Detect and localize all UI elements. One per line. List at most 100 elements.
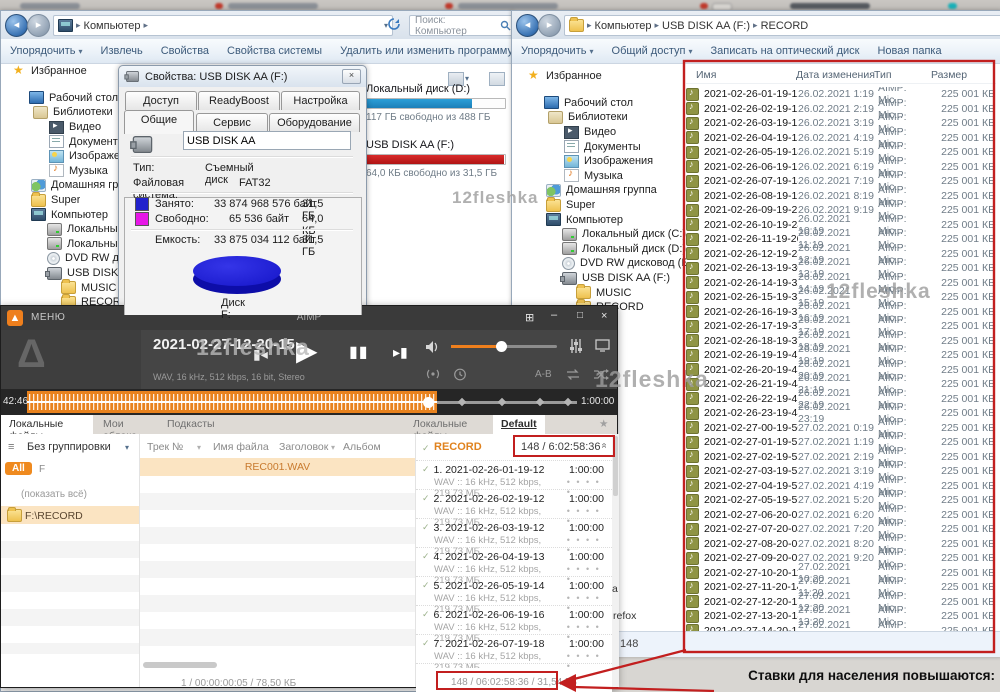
sidebar-item-0[interactable]: Избранное — [3, 64, 118, 79]
collapse-icon[interactable]: » — [598, 443, 609, 449]
playlist-name[interactable]: RECORD — [434, 441, 482, 453]
file-row[interactable]: 2021-02-27-06-20-0227.02.2021 6:20AIMP: … — [686, 503, 998, 527]
mini-player-icon[interactable]: ⊞ — [525, 311, 534, 324]
grouping-selector[interactable]: Без группировки — [27, 441, 111, 453]
file-row[interactable]: 2021-02-26-01-19-1226.02.2021 1:19AIMP: … — [686, 87, 998, 106]
file-row[interactable]: 2021-02-26-03-19-1226.02.2021 3:19AIMP: … — [686, 111, 998, 135]
sidebar-item-6[interactable]: Музыка — [3, 163, 118, 179]
maximize-icon[interactable]: □ — [577, 310, 583, 321]
tab-nastroyka[interactable]: Настройка — [281, 91, 360, 110]
back-button[interactable]: ◂ — [5, 14, 28, 37]
tab-dostup[interactable]: Доступ — [125, 91, 197, 110]
play-icon[interactable]: ▶ — [296, 334, 318, 367]
file-row[interactable]: 2021-02-27-03-19-5527.02.2021 3:19AIMP: … — [686, 459, 998, 483]
column-size[interactable]: Размер — [931, 69, 967, 81]
bookmark-star-icon[interactable]: ★ — [599, 418, 608, 430]
tab-clouds[interactable]: Мои облака — [95, 415, 157, 442]
tab-local-files[interactable]: Локальные файлы — [1, 415, 93, 442]
sidebar-item-2[interactable]: Библиотеки — [518, 110, 686, 125]
sidebar-item-2[interactable]: Библиотеки — [3, 105, 118, 120]
address-field[interactable]: ▸ Компьютер ▸ USB DISK AA (F:) ▸ RECORD — [564, 15, 1000, 36]
drive-item-d[interactable]: Локальный диск (D:) 117 ГБ свободно из 4… — [366, 83, 508, 123]
file-row[interactable]: 2021-02-27-05-19-5927.02.2021 5:20AIMP: … — [686, 488, 998, 512]
volume-slider-thumb[interactable] — [496, 341, 507, 352]
breadcrumb-computer[interactable]: Компьютер — [595, 20, 652, 32]
playlist-entry[interactable]: ✓ 6. 2021-02-26-06-19-16 1:00:00 WAV :: 16 … — [416, 605, 612, 644]
pause-icon[interactable]: ▮▮ — [349, 342, 369, 362]
sidebar-item-8[interactable]: Super — [518, 196, 686, 213]
sleep-timer-icon[interactable] — [453, 368, 467, 384]
playlist-entry[interactable]: ✓ 7. 2021-02-26-07-19-18 1:00:00 WAV :: 16 … — [416, 634, 612, 668]
breadcrumb[interactable]: Компьютер — [84, 20, 141, 32]
playlist-entry[interactable]: ✓ 3. 2021-02-26-03-19-12 1:00:00 WAV :: 16 … — [416, 518, 612, 557]
playlist-entry[interactable]: ✓ 1. 2021-02-26-01-19-12 1:00:00 WAV :: 16 … — [416, 460, 612, 499]
playlist-group-label[interactable]: Локальные файлы — [405, 415, 493, 442]
file-row[interactable]: 2021-02-27-00-19-5027.02.2021 0:19AIMP: … — [686, 416, 998, 440]
close-icon[interactable]: × — [342, 69, 361, 84]
volume-slider[interactable] — [451, 341, 557, 352]
sidebar-item-13[interactable]: USB DISK AA (F:) — [518, 271, 686, 286]
column-date[interactable]: Дата изменения — [796, 69, 875, 81]
sidebar-item-5[interactable]: Изображения — [3, 149, 118, 164]
horizontal-scrollbar-thumb[interactable] — [143, 662, 217, 668]
file-row[interactable]: 2021-02-26-08-19-1926.02.2021 8:19AIMP: … — [686, 184, 998, 208]
group-all-badge[interactable]: All — [5, 462, 32, 475]
file-row[interactable]: 2021-02-26-23-19-4826.02.2021 23:19AIMP:… — [686, 401, 998, 425]
sidebar-item-10[interactable]: Локальный диск (C:) — [3, 222, 118, 237]
column-title[interactable]: Заголовок — [279, 441, 328, 453]
file-row[interactable]: 2021-02-27-01-19-5127.02.2021 1:19AIMP: … — [686, 430, 998, 454]
sidebar-item-4[interactable]: Документы — [3, 134, 118, 149]
playlist-scrollbar[interactable] — [612, 434, 619, 687]
sidebar-item-12[interactable]: DVD RW дисковод (E:) — [3, 251, 118, 266]
column-album[interactable]: Альбом — [343, 441, 381, 453]
eject-button[interactable]: Извлечь — [92, 45, 152, 57]
playlist-entry[interactable]: ✓ 4. 2021-02-26-04-19-13 1:00:00 WAV :: 16 … — [416, 547, 612, 586]
organize-button[interactable]: Упорядочить ▾ — [1, 45, 92, 57]
file-row[interactable]: 2021-02-27-07-20-0427.02.2021 7:20AIMP: … — [686, 517, 998, 541]
sidebar-item-12[interactable]: DVD RW дисковод (E:) — [518, 256, 686, 271]
new-folder-button[interactable]: Новая папка — [868, 45, 950, 57]
broadcast-icon[interactable] — [425, 368, 441, 384]
sidebar-item-14[interactable]: MUSIC — [518, 284, 686, 300]
sidebar-item-5[interactable]: Изображения — [518, 154, 686, 169]
file-row[interactable]: 2021-02-26-02-19-1226.02.2021 2:19AIMP: … — [686, 97, 998, 121]
volume-icon[interactable] — [425, 340, 441, 357]
display-icon[interactable] — [595, 339, 610, 355]
forward-button[interactable]: ▸ — [27, 14, 50, 37]
filter-funnel-icon[interactable]: ▾ — [331, 443, 335, 452]
sidebar-item-11[interactable]: Локальный диск (D:) — [3, 237, 118, 252]
sidebar-item-9[interactable]: Компьютер — [3, 207, 118, 222]
file-row[interactable]: 2021-02-27-02-19-5327.02.2021 2:19AIMP: … — [686, 445, 998, 469]
sidebar-item-13[interactable]: USB DISK AA (F:) — [3, 266, 118, 281]
dialog-title-bar[interactable]: Свойства: USB DISK AA (F:) × — [119, 66, 366, 87]
filter-funnel-icon[interactable]: ▾ — [197, 443, 201, 452]
sidebar-item-7[interactable]: Домашняя группа — [3, 178, 118, 193]
minimize-icon[interactable]: – — [551, 309, 557, 321]
playlist-entry[interactable]: ✓8. 2021-02-26-08-19-191:00:00WAV :: 16 … — [416, 663, 612, 668]
waveform-seekbar[interactable]: 42:46 1:00:00 — [1, 389, 617, 415]
sidebar-item-11[interactable]: Локальный диск (D:) — [518, 242, 686, 257]
shuffle-icon[interactable] — [593, 368, 609, 384]
share-button[interactable]: Общий доступ ▾ — [603, 45, 702, 57]
views-dropdown-icon[interactable]: ▾ — [465, 74, 469, 83]
tab-podcasts[interactable]: Подкасты — [159, 415, 219, 434]
tab-readyboost[interactable]: ReadyBoost — [198, 91, 280, 110]
burn-disc-button[interactable]: Записать на оптический диск — [702, 45, 869, 57]
sidebar-item-7[interactable]: Домашняя группа — [518, 183, 686, 198]
file-row[interactable]: 2021-02-26-07-19-1826.02.2021 7:19AIMP: … — [686, 169, 998, 193]
playlist-scrollbar-thumb[interactable] — [613, 436, 618, 496]
column-type[interactable]: Тип — [874, 69, 892, 81]
file-row[interactable]: 2021-02-27-04-19-5727.02.2021 4:19AIMP: … — [686, 474, 998, 498]
tab-playlist-default[interactable]: Default — [493, 415, 545, 434]
ab-repeat-button[interactable]: A-B — [535, 369, 552, 380]
system-properties-button[interactable]: Свойства системы — [218, 45, 331, 57]
next-track-icon[interactable]: ▸▮ — [393, 344, 408, 361]
properties-button[interactable]: Свойства — [152, 45, 218, 57]
breadcrumb-record[interactable]: RECORD — [761, 20, 809, 32]
current-track-row[interactable]: REC001.WAV — [140, 458, 415, 476]
sidebar-item-3[interactable]: Видео — [3, 120, 118, 135]
uninstall-program-button[interactable]: Удалить или изменить программу — [331, 45, 522, 57]
repeat-icon[interactable] — [565, 368, 581, 384]
group-letter[interactable]: F — [39, 464, 45, 475]
playlist-entry[interactable]: ✓ 2. 2021-02-26-02-19-12 1:00:00 WAV :: 16 … — [416, 489, 612, 528]
